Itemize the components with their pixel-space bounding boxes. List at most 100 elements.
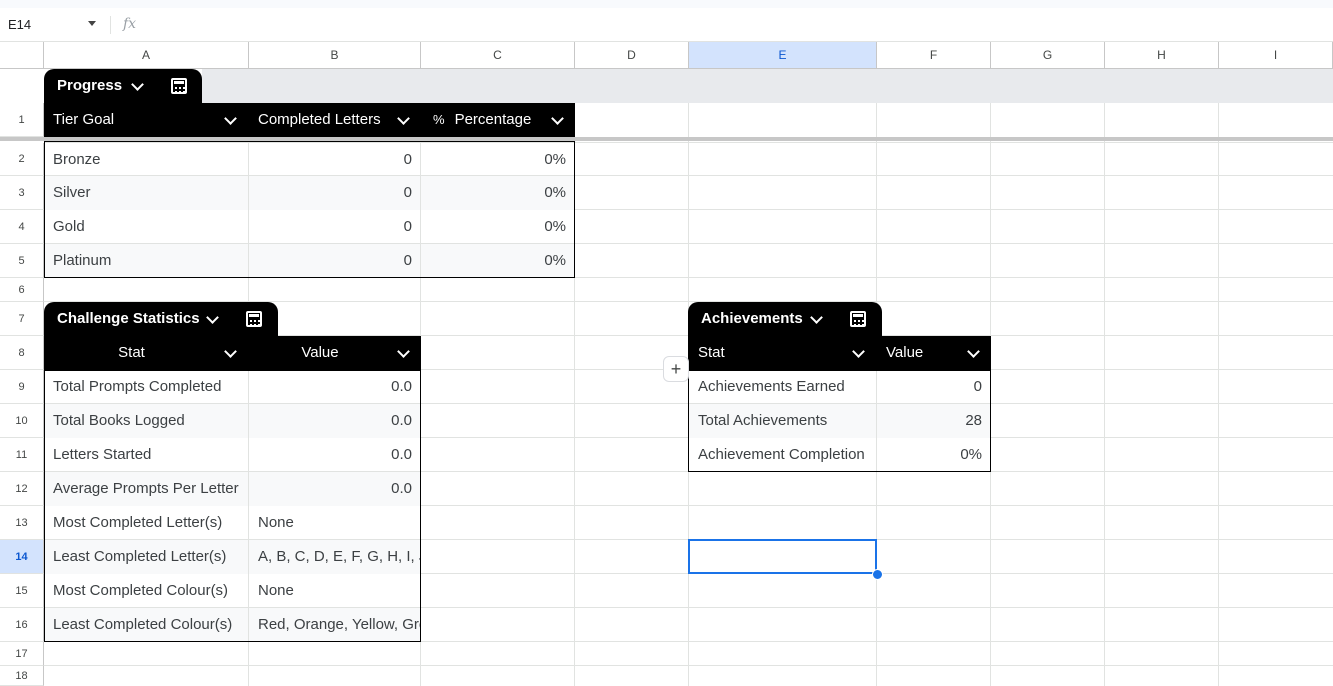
- value-cell[interactable]: 0: [877, 370, 991, 404]
- row-header-7[interactable]: 7: [0, 302, 44, 336]
- header-value[interactable]: Value: [877, 336, 991, 370]
- header-label: Percentage: [454, 111, 532, 128]
- row-header-16[interactable]: 16: [0, 608, 44, 642]
- completed-letters-cell[interactable]: 0: [249, 143, 421, 176]
- tier-goal-cell[interactable]: Bronze: [44, 143, 249, 176]
- row-header-6[interactable]: 6: [0, 278, 44, 302]
- table-calculator-icon[interactable]: [171, 78, 187, 94]
- chevron-down-icon[interactable]: [551, 112, 564, 125]
- header-completed-letters[interactable]: Completed Letters: [249, 103, 421, 137]
- fill-handle[interactable]: [872, 569, 883, 580]
- tier-goal-cell[interactable]: Platinum: [44, 244, 249, 278]
- stat-cell[interactable]: Achievements Earned: [688, 370, 877, 404]
- column-header-g[interactable]: G: [991, 42, 1105, 68]
- row-header-18[interactable]: 18: [0, 666, 44, 686]
- value-cell[interactable]: None: [249, 574, 421, 608]
- header-tier-goal[interactable]: Tier Goal: [44, 103, 249, 137]
- row-header-17[interactable]: 17: [0, 642, 44, 666]
- row-header-9[interactable]: 9: [0, 370, 44, 404]
- header-stat[interactable]: Stat: [688, 336, 877, 370]
- stat-cell[interactable]: Most Completed Letter(s): [44, 506, 249, 540]
- header-label: Tier Goal: [53, 111, 115, 128]
- table-column-divider: [420, 141, 421, 278]
- value-cell[interactable]: Red, Orange, Yellow, Green: [249, 608, 421, 642]
- chevron-down-icon[interactable]: [224, 112, 237, 125]
- stat-cell[interactable]: Total Achievements: [688, 404, 877, 438]
- row-header-11[interactable]: 11: [0, 438, 44, 472]
- chevron-down-icon[interactable]: [852, 345, 865, 358]
- progress-table-tab-strip: [202, 69, 1333, 103]
- stat-cell[interactable]: Average Prompts Per Letter: [44, 472, 249, 506]
- stat-cell[interactable]: Most Completed Colour(s): [44, 574, 249, 608]
- chevron-down-icon[interactable]: [397, 112, 410, 125]
- percentage-cell[interactable]: 0%: [421, 143, 575, 176]
- header-percentage[interactable]: % Percentage: [421, 103, 575, 137]
- row-header-4[interactable]: 4: [0, 210, 44, 244]
- challenge-table-name: Challenge Statistics: [57, 310, 200, 327]
- stat-cell[interactable]: Achievement Completion: [688, 438, 877, 472]
- stat-cell[interactable]: Least Completed Letter(s): [44, 540, 249, 574]
- percentage-cell[interactable]: 0%: [421, 176, 575, 210]
- challenge-table-tab[interactable]: Challenge Statistics: [44, 302, 278, 336]
- column-header-e[interactable]: E: [689, 42, 877, 68]
- chevron-down-icon[interactable]: [206, 311, 219, 324]
- chevron-down-icon[interactable]: [967, 345, 980, 358]
- row-header-10[interactable]: 10: [0, 404, 44, 438]
- chevron-down-icon[interactable]: [131, 78, 144, 91]
- row-header-15[interactable]: 15: [0, 574, 44, 608]
- header-stat[interactable]: Stat: [44, 336, 249, 370]
- table-calculator-icon[interactable]: [850, 311, 866, 327]
- tier-goal-cell[interactable]: Gold: [44, 210, 249, 244]
- stat-cell[interactable]: Total Prompts Completed: [44, 370, 249, 404]
- value-cell[interactable]: 0.0: [249, 472, 421, 506]
- column-header-h[interactable]: H: [1105, 42, 1219, 68]
- chevron-down-icon[interactable]: [397, 345, 410, 358]
- header-value[interactable]: Value: [249, 336, 421, 370]
- stat-cell[interactable]: Least Completed Colour(s): [44, 608, 249, 642]
- row-header-8[interactable]: 8: [0, 336, 44, 370]
- column-header-a[interactable]: A: [44, 42, 249, 68]
- value-cell[interactable]: 0.0: [249, 370, 421, 404]
- achievements-table-tab[interactable]: Achievements: [688, 302, 882, 336]
- value-cell[interactable]: 28: [877, 404, 991, 438]
- percentage-cell[interactable]: 0%: [421, 210, 575, 244]
- column-header-i[interactable]: I: [1219, 42, 1333, 68]
- row-header-13[interactable]: 13: [0, 506, 44, 540]
- progress-table-tab[interactable]: Progress: [44, 69, 202, 103]
- value-cell[interactable]: 0.0: [249, 404, 421, 438]
- row-header-14[interactable]: 14: [0, 540, 44, 574]
- row-header-3[interactable]: 3: [0, 176, 44, 210]
- row-header-1[interactable]: 1: [0, 103, 44, 137]
- stat-cell[interactable]: Total Books Logged: [44, 404, 249, 438]
- value-cell[interactable]: None: [249, 506, 421, 540]
- column-header-f[interactable]: F: [877, 42, 991, 68]
- name-box-dropdown-icon[interactable]: [88, 21, 96, 26]
- row-header-5[interactable]: 5: [0, 244, 44, 278]
- tier-goal-cell[interactable]: Silver: [44, 176, 249, 210]
- completed-letters-cell[interactable]: 0: [249, 244, 421, 278]
- select-all-corner[interactable]: [0, 42, 44, 68]
- table-calculator-icon[interactable]: [246, 311, 262, 327]
- completed-letters-cell[interactable]: 0: [249, 176, 421, 210]
- challenge-table-header-row: Stat Value: [44, 336, 421, 370]
- completed-letters-cell[interactable]: 0: [249, 210, 421, 244]
- column-header-c[interactable]: C: [421, 42, 575, 68]
- name-box[interactable]: E14: [8, 8, 31, 41]
- selected-cell-E14[interactable]: [688, 539, 877, 574]
- column-header-d[interactable]: D: [575, 42, 689, 68]
- formula-bar: [0, 8, 1333, 42]
- value-cell[interactable]: 0.0: [249, 438, 421, 472]
- chevron-down-icon[interactable]: [810, 311, 823, 324]
- value-cell[interactable]: A, B, C, D, E, F, G, H, I, J, K: [249, 540, 421, 574]
- column-header-b[interactable]: B: [249, 42, 421, 68]
- row-header-2[interactable]: 2: [0, 143, 44, 176]
- header-label: Stat: [698, 344, 725, 361]
- add-column-button[interactable]: +: [663, 356, 689, 382]
- value-cell[interactable]: 0%: [877, 438, 991, 472]
- chevron-down-icon[interactable]: [224, 345, 237, 358]
- stat-cell[interactable]: Letters Started: [44, 438, 249, 472]
- achievements-table-name: Achievements: [701, 310, 803, 327]
- frozen-row-divider[interactable]: [0, 137, 1333, 141]
- percentage-cell[interactable]: 0%: [421, 244, 575, 278]
- row-header-12[interactable]: 12: [0, 472, 44, 506]
